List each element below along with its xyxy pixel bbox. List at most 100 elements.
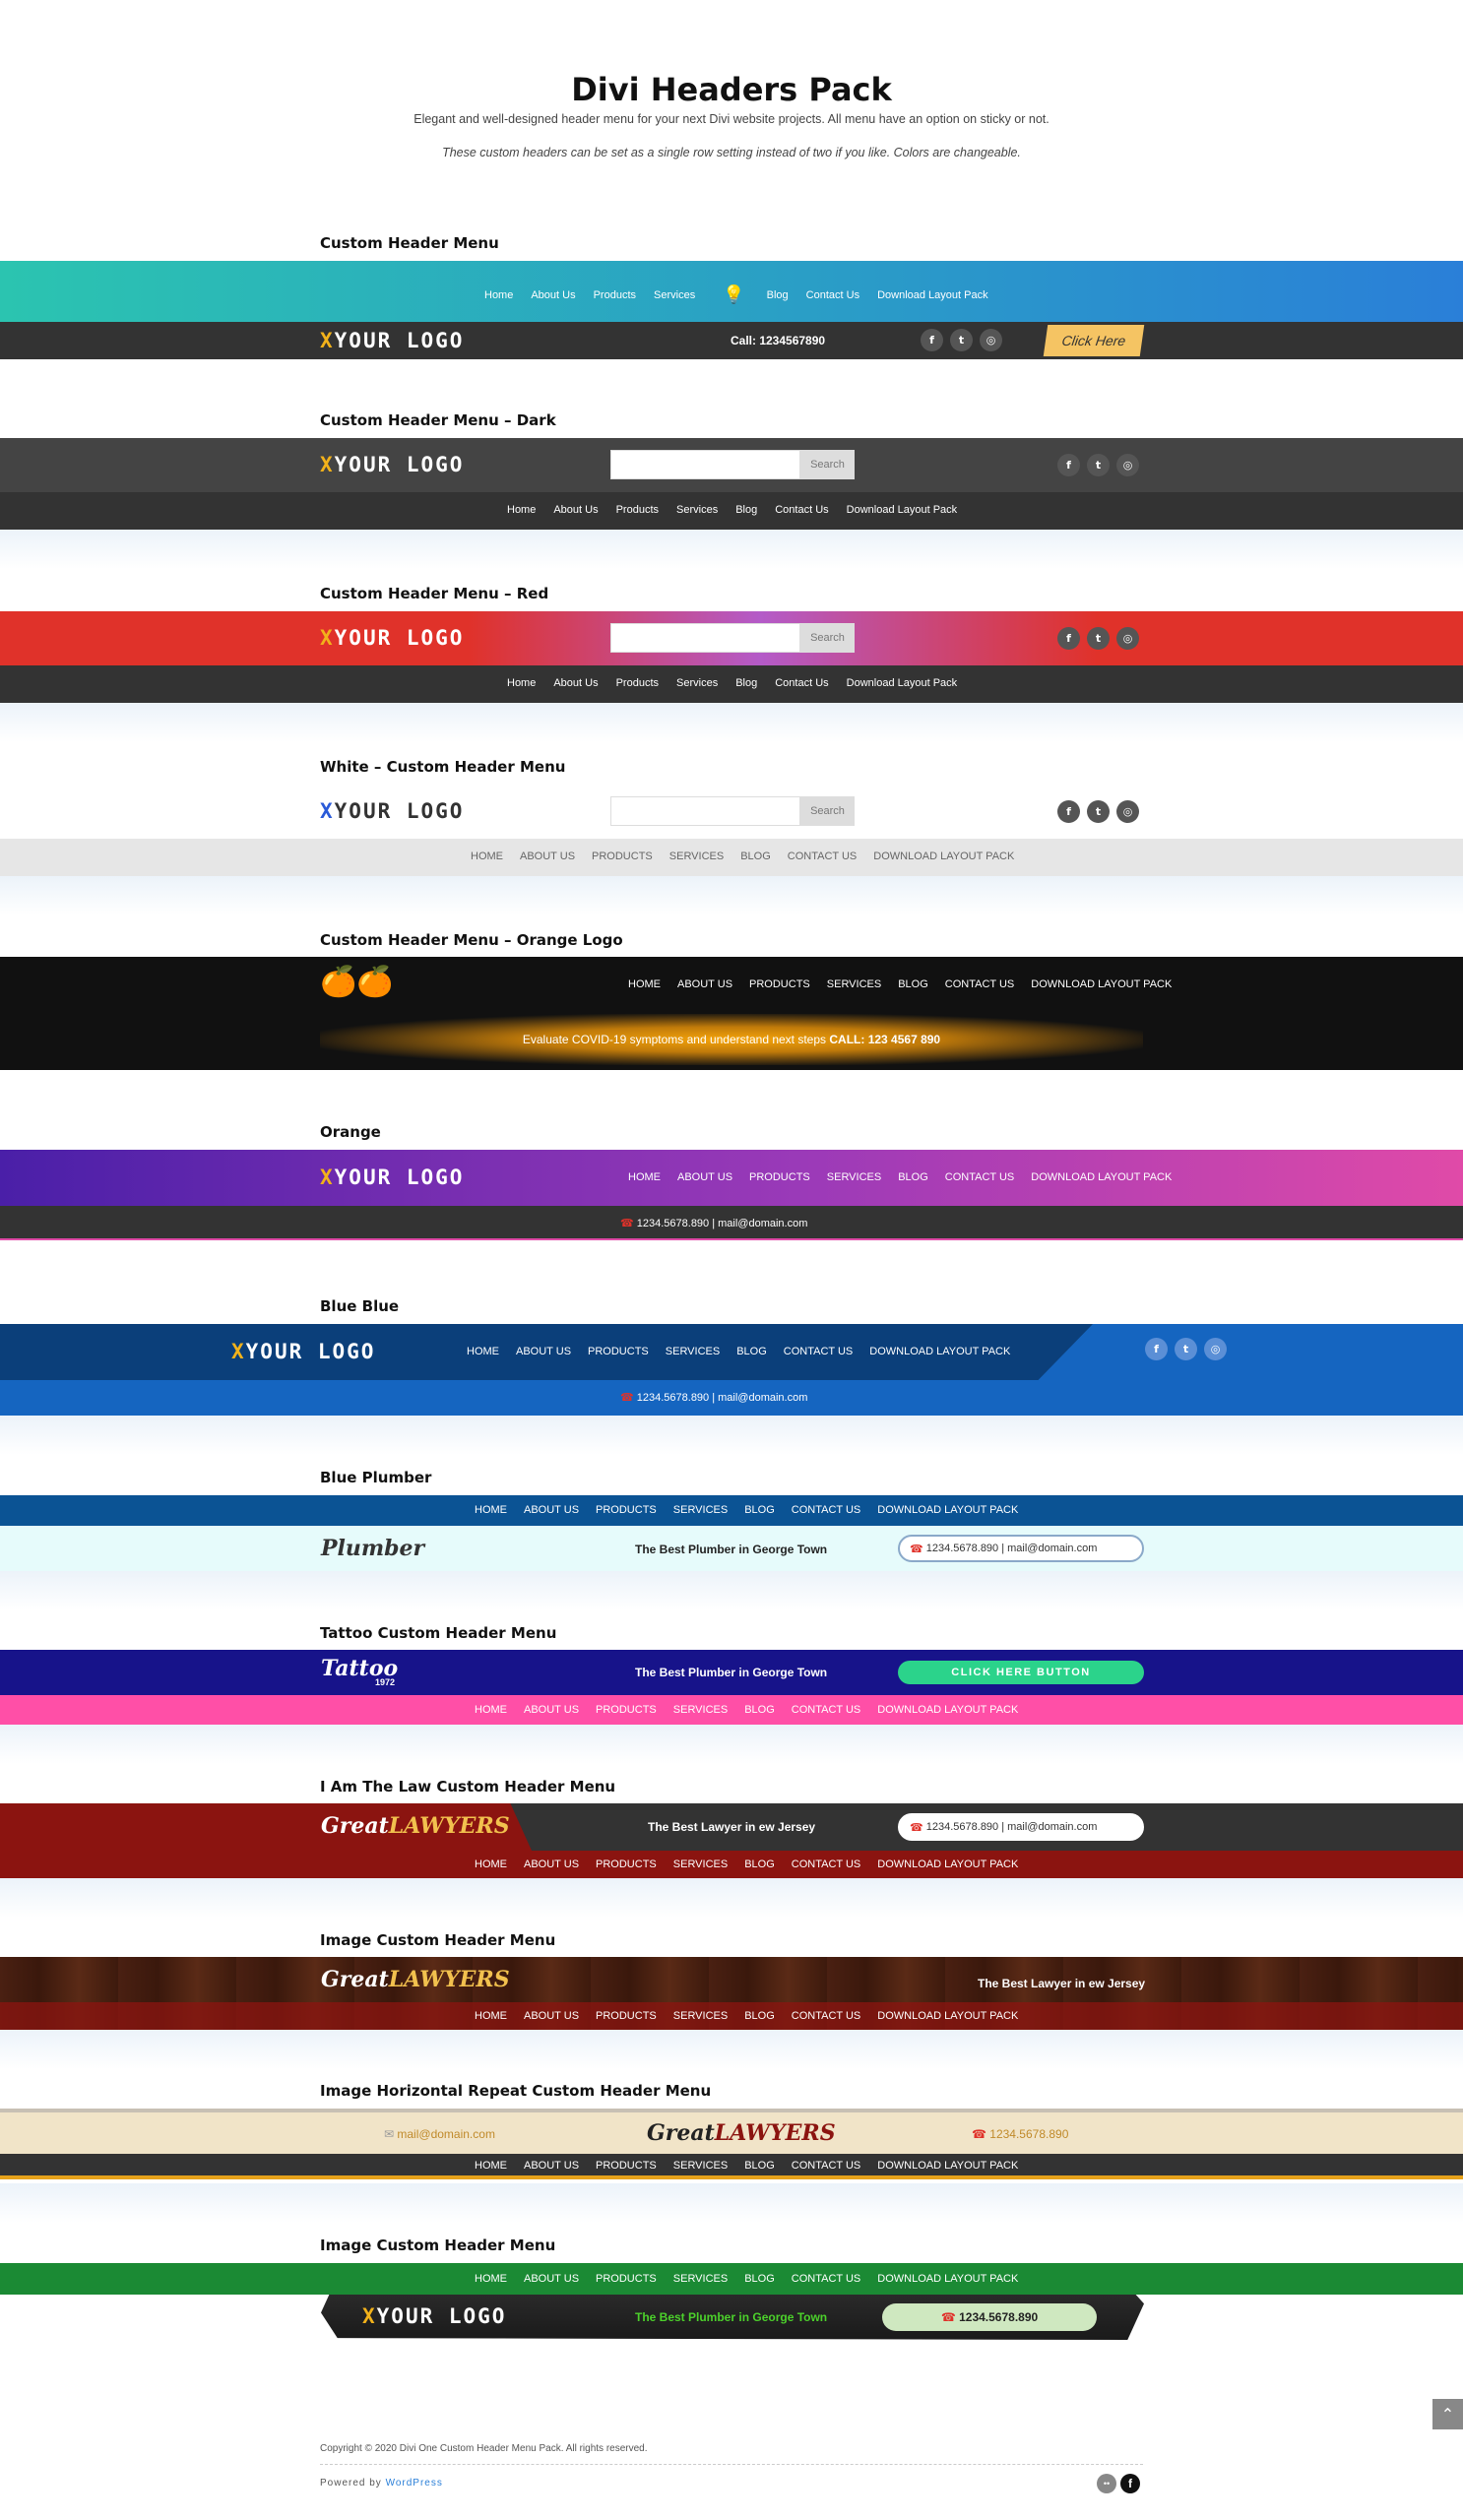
menu-services[interactable]: Services bbox=[673, 1858, 728, 1870]
menu-services[interactable]: Services bbox=[673, 1704, 728, 1716]
menu-download[interactable]: Download Layout Pack bbox=[847, 677, 958, 689]
menu-blog[interactable]: Blog bbox=[740, 850, 771, 862]
lawyers-logo[interactable]: GreatLAWYERS bbox=[321, 1813, 510, 1839]
menu-products[interactable]: Products bbox=[594, 289, 636, 301]
menu-download[interactable]: Download Layout Pack bbox=[877, 2273, 1018, 2285]
logo[interactable]: XYOUR LOGO bbox=[320, 455, 464, 475]
menu-contact[interactable]: Contact Us bbox=[945, 1171, 1015, 1183]
menu-products[interactable]: Products bbox=[616, 677, 659, 689]
instagram-icon[interactable]: ◎ bbox=[1116, 627, 1139, 650]
menu-products[interactable]: Products bbox=[616, 504, 659, 516]
menu-products[interactable]: Products bbox=[596, 2273, 657, 2285]
menu-download[interactable]: Download Layout Pack bbox=[869, 1346, 1010, 1357]
menu-blog[interactable]: Blog bbox=[744, 2010, 775, 2022]
menu-contact[interactable]: Contact Us bbox=[775, 677, 828, 689]
menu-about[interactable]: About Us bbox=[524, 1858, 579, 1870]
menu-home[interactable]: Home bbox=[475, 2273, 507, 2285]
menu-home[interactable]: Home bbox=[507, 677, 536, 689]
menu-products[interactable]: Products bbox=[592, 850, 653, 862]
menu-about[interactable]: About Us bbox=[677, 978, 732, 990]
menu-blog[interactable]: Blog bbox=[735, 677, 757, 689]
logo[interactable]: XYOUR LOGO bbox=[320, 801, 464, 822]
menu-contact[interactable]: Contact Us bbox=[792, 2160, 861, 2172]
logo[interactable]: XYOUR LOGO bbox=[231, 1342, 375, 1362]
menu-services[interactable]: Services bbox=[676, 677, 718, 689]
twitter-icon[interactable]: t bbox=[1087, 627, 1110, 650]
menu-products[interactable]: Products bbox=[749, 1171, 810, 1183]
menu-products[interactable]: Products bbox=[596, 1504, 657, 1516]
menu-home[interactable]: Home bbox=[475, 2010, 507, 2022]
menu-contact[interactable]: Contact Us bbox=[792, 1504, 861, 1516]
lawyers-logo[interactable]: GreatLAWYERS bbox=[321, 1967, 510, 1992]
scroll-top-button[interactable]: ⌃ bbox=[1432, 2399, 1463, 2429]
twitter-icon[interactable]: t bbox=[1087, 800, 1110, 823]
menu-contact[interactable]: Contact Us bbox=[788, 850, 858, 862]
facebook-icon[interactable]: f bbox=[921, 329, 943, 351]
menu-about[interactable]: About Us bbox=[516, 1346, 571, 1357]
menu-blog[interactable]: Blog bbox=[898, 1171, 928, 1183]
menu-about[interactable]: About Us bbox=[531, 289, 575, 301]
logo[interactable]: XYOUR LOGO bbox=[320, 331, 464, 351]
logo[interactable]: XYOUR LOGO bbox=[320, 1167, 464, 1188]
menu-products[interactable]: Products bbox=[596, 1858, 657, 1870]
menu-home[interactable]: Home bbox=[475, 1858, 507, 1870]
search-button[interactable]: Search bbox=[800, 796, 855, 826]
twitter-icon[interactable]: t bbox=[1087, 454, 1110, 476]
menu-products[interactable]: Products bbox=[596, 2160, 657, 2172]
menu-about[interactable]: About Us bbox=[553, 504, 598, 516]
menu-download[interactable]: Download Layout Pack bbox=[873, 850, 1014, 862]
menu-home[interactable]: Home bbox=[475, 2160, 507, 2172]
orange-logo-icon[interactable]: 🍊🍊 bbox=[320, 965, 394, 999]
facebook-icon[interactable]: f bbox=[1120, 2474, 1140, 2493]
menu-services[interactable]: Services bbox=[673, 2160, 728, 2172]
menu-services[interactable]: Services bbox=[666, 1346, 720, 1357]
instagram-icon[interactable]: ◎ bbox=[1204, 1338, 1227, 1360]
flickr-icon[interactable]: •• bbox=[1097, 2474, 1116, 2493]
menu-home[interactable]: Home bbox=[475, 1504, 507, 1516]
menu-contact[interactable]: Contact Us bbox=[775, 504, 828, 516]
menu-blog[interactable]: Blog bbox=[744, 2160, 775, 2172]
instagram-icon[interactable]: ◎ bbox=[1116, 454, 1139, 476]
menu-download[interactable]: Download Layout Pack bbox=[1031, 1171, 1172, 1183]
plumber-logo[interactable]: Plumber bbox=[321, 1536, 424, 1561]
menu-contact[interactable]: Contact Us bbox=[792, 2273, 861, 2285]
lawyers-logo[interactable]: GreatLAWYERS bbox=[647, 2120, 836, 2146]
menu-download[interactable]: Download Layout Pack bbox=[877, 1858, 1018, 1870]
menu-contact[interactable]: Contact Us bbox=[792, 2010, 861, 2022]
menu-services[interactable]: Services bbox=[676, 504, 718, 516]
twitter-icon[interactable]: t bbox=[1175, 1338, 1197, 1360]
menu-about[interactable]: About Us bbox=[524, 2010, 579, 2022]
menu-blog[interactable]: Blog bbox=[735, 504, 757, 516]
facebook-icon[interactable]: f bbox=[1057, 454, 1080, 476]
search-input[interactable] bbox=[610, 623, 800, 653]
menu-blog[interactable]: Blog bbox=[744, 2273, 775, 2285]
search-button[interactable]: Search bbox=[800, 450, 855, 479]
menu-services[interactable]: Services bbox=[827, 978, 881, 990]
menu-contact[interactable]: Contact Us bbox=[806, 289, 859, 301]
search-input[interactable] bbox=[610, 450, 800, 479]
menu-blog[interactable]: Blog bbox=[744, 1704, 775, 1716]
menu-home[interactable]: Home bbox=[628, 1171, 661, 1183]
menu-contact[interactable]: Contact Us bbox=[792, 1704, 861, 1716]
menu-home[interactable]: Home bbox=[475, 1704, 507, 1716]
menu-contact[interactable]: Contact Us bbox=[784, 1346, 854, 1357]
instagram-icon[interactable]: ◎ bbox=[1116, 800, 1139, 823]
menu-services[interactable]: Services bbox=[827, 1171, 881, 1183]
menu-home[interactable]: Home bbox=[484, 289, 513, 301]
menu-download[interactable]: Download Layout Pack bbox=[847, 504, 958, 516]
menu-home[interactable]: Home bbox=[628, 978, 661, 990]
menu-about[interactable]: About Us bbox=[524, 2273, 579, 2285]
logo[interactable]: XYOUR LOGO bbox=[362, 2306, 506, 2327]
menu-services[interactable]: Services bbox=[673, 1504, 728, 1516]
menu-blog[interactable]: Blog bbox=[767, 289, 789, 301]
facebook-icon[interactable]: f bbox=[1145, 1338, 1168, 1360]
menu-about[interactable]: About Us bbox=[677, 1171, 732, 1183]
menu-services[interactable]: Services bbox=[669, 850, 724, 862]
menu-download[interactable]: Download Layout Pack bbox=[877, 2010, 1018, 2022]
menu-products[interactable]: Products bbox=[749, 978, 810, 990]
wordpress-link[interactable]: WordPress bbox=[386, 2478, 443, 2488]
cta-button[interactable]: Click Here bbox=[1043, 325, 1145, 356]
menu-products[interactable]: Products bbox=[588, 1346, 649, 1357]
menu-download[interactable]: Download Layout Pack bbox=[877, 289, 988, 301]
menu-download[interactable]: Download Layout Pack bbox=[877, 1504, 1018, 1516]
